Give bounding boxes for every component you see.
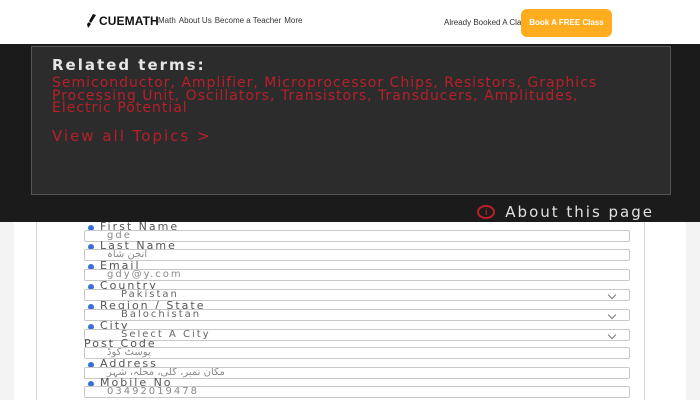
cuemath-logo[interactable]: CUEMATH — [86, 14, 159, 28]
related-terms-panel: Related terms: Semiconductor, Amplifier,… — [31, 46, 671, 195]
nav-link-about[interactable]: About Us — [179, 16, 212, 25]
book-free-class-button[interactable]: Book A FREE Class — [521, 9, 612, 37]
rocket-icon — [87, 14, 96, 28]
related-terms-title: Related terms: — [52, 56, 206, 74]
nav-link-math[interactable]: Math — [158, 16, 176, 25]
nav-link-more[interactable]: More — [284, 16, 302, 25]
last-name-field[interactable]: انجن شاہ — [84, 249, 630, 261]
post-code-field[interactable]: پوسٹ کوڈ — [84, 347, 630, 359]
right-gutter — [686, 222, 700, 400]
city-select[interactable]: Select A City — [84, 329, 630, 341]
info-icon: i — [477, 205, 496, 219]
view-all-topics-link[interactable]: View all Topics > — [52, 127, 670, 145]
logo-text: CUEMATH — [99, 14, 159, 28]
top-navigation: CUEMATH Math About Us Become a Teacher M… — [0, 0, 700, 44]
region-select[interactable]: Balochistan — [84, 309, 630, 321]
related-terms-list[interactable]: Semiconductor, Amplifier, Microprocessor… — [52, 76, 642, 115]
about-this-page[interactable]: i About this page — [477, 203, 654, 221]
mobile-field[interactable]: 03492019478 — [84, 386, 630, 398]
left-gutter — [0, 222, 14, 400]
about-this-page-label: About this page — [505, 203, 654, 221]
nav-link-teacher[interactable]: Become a Teacher — [215, 16, 282, 25]
email-field[interactable]: gdy@y.com — [84, 269, 630, 281]
nav-links: Math About Us Become a Teacher More — [158, 16, 303, 25]
